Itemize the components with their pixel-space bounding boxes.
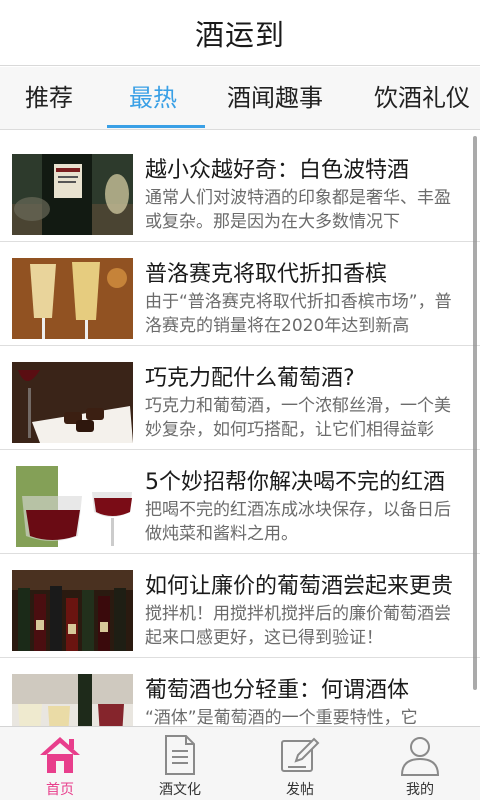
- tab-etiquette[interactable]: 饮酒礼仪: [374, 67, 470, 129]
- edit-icon: [278, 733, 322, 777]
- tab-wine-news[interactable]: 酒闻趣事: [227, 67, 323, 129]
- nav-mine[interactable]: 我的: [360, 727, 480, 800]
- tab-recommend[interactable]: 推荐: [25, 67, 73, 129]
- article-title: 如何让廉价的葡萄酒尝起来更贵: [145, 574, 454, 599]
- tab-hottest[interactable]: 最热: [129, 67, 177, 129]
- port-bottle-image: [12, 154, 133, 235]
- nav-wine-culture[interactable]: 酒文化: [120, 727, 240, 800]
- champagne-flutes-image: [12, 258, 133, 339]
- article-title: 越小众越好奇：白色波特酒: [145, 158, 410, 183]
- list-item[interactable]: 5个妙招帮你解决喝不完的红酒 把喝不完的红酒冻成冰块保存，以备日后做炖菜和酱料之…: [0, 450, 480, 554]
- article-summary: 通常人们对波特酒的印象都是奢华、丰盈或复杂。那是因为在大多数情况下: [145, 188, 451, 232]
- active-tab-indicator: [107, 125, 205, 128]
- list-item[interactable]: 普洛赛克将取代折扣香槟 由于“普洛赛克将取代折扣香槟市场”，普洛赛克的销量将在2…: [0, 242, 480, 346]
- bottom-navigation: 首页 酒文化 发帖 我的: [0, 726, 480, 800]
- list-item[interactable]: 巧克力配什么葡萄酒? 巧克力和葡萄酒，一个浓郁丝滑，一个美妙复杂，如何巧搭配，让…: [0, 346, 480, 450]
- article-summary: “酒体”是葡萄酒的一个重要特性，它: [145, 708, 418, 726]
- article-summary: 把喝不完的红酒冻成冰块保存，以备日后做炖菜和酱料之用。: [145, 500, 451, 544]
- nav-mine-label: 我的: [406, 782, 434, 798]
- nav-wine-culture-label: 酒文化: [159, 782, 201, 798]
- list-item[interactable]: 越小众越好奇：白色波特酒 通常人们对波特酒的印象都是奢华、丰盈或复杂。那是因为在…: [0, 138, 480, 242]
- wine-shelf-image: [12, 570, 133, 651]
- article-list: 越小众越好奇：白色波特酒 通常人们对波特酒的印象都是奢华、丰盈或复杂。那是因为在…: [0, 130, 480, 726]
- article-title: 普洛赛克将取代折扣香槟: [145, 262, 388, 287]
- home-icon: [38, 733, 82, 777]
- nav-home[interactable]: 首页: [0, 727, 120, 800]
- list-scrollbar[interactable]: [473, 136, 477, 690]
- nav-post[interactable]: 发帖: [240, 727, 360, 800]
- document-icon: [158, 733, 202, 777]
- article-title: 5个妙招帮你解决喝不完的红酒: [145, 470, 445, 495]
- list-item[interactable]: 葡萄酒也分轻重：何谓酒体 “酒体”是葡萄酒的一个重要特性，它: [0, 658, 480, 726]
- article-summary: 由于“普洛赛克将取代折扣香槟市场”，普洛赛克的销量将在2020年达到新高: [145, 292, 452, 336]
- app-header: 酒运到: [0, 0, 480, 66]
- nav-post-label: 发帖: [286, 782, 314, 798]
- user-icon: [398, 733, 442, 777]
- list-item[interactable]: 如何让廉价的葡萄酒尝起来更贵 搅拌机！用搅拌机搅拌后的廉价葡萄酒尝起来口感更好，…: [0, 554, 480, 658]
- wine-glasses-row-image: [12, 674, 133, 726]
- nav-home-label: 首页: [46, 782, 74, 798]
- category-tabs: 推荐 最热 酒闻趣事 饮酒礼仪: [0, 67, 480, 130]
- chocolate-wine-image: [12, 362, 133, 443]
- article-title: 葡萄酒也分轻重：何谓酒体: [145, 678, 410, 703]
- app-title: 酒运到: [194, 17, 285, 52]
- article-summary: 巧克力和葡萄酒，一个浓郁丝滑，一个美妙复杂，如何巧搭配，让它们相得益彰: [145, 396, 451, 440]
- article-summary: 搅拌机！用搅拌机搅拌后的廉价葡萄酒尝起来口感更好，这已得到验证！: [145, 604, 451, 648]
- article-title: 巧克力配什么葡萄酒?: [145, 366, 355, 391]
- red-wine-glass-image: [12, 466, 133, 547]
